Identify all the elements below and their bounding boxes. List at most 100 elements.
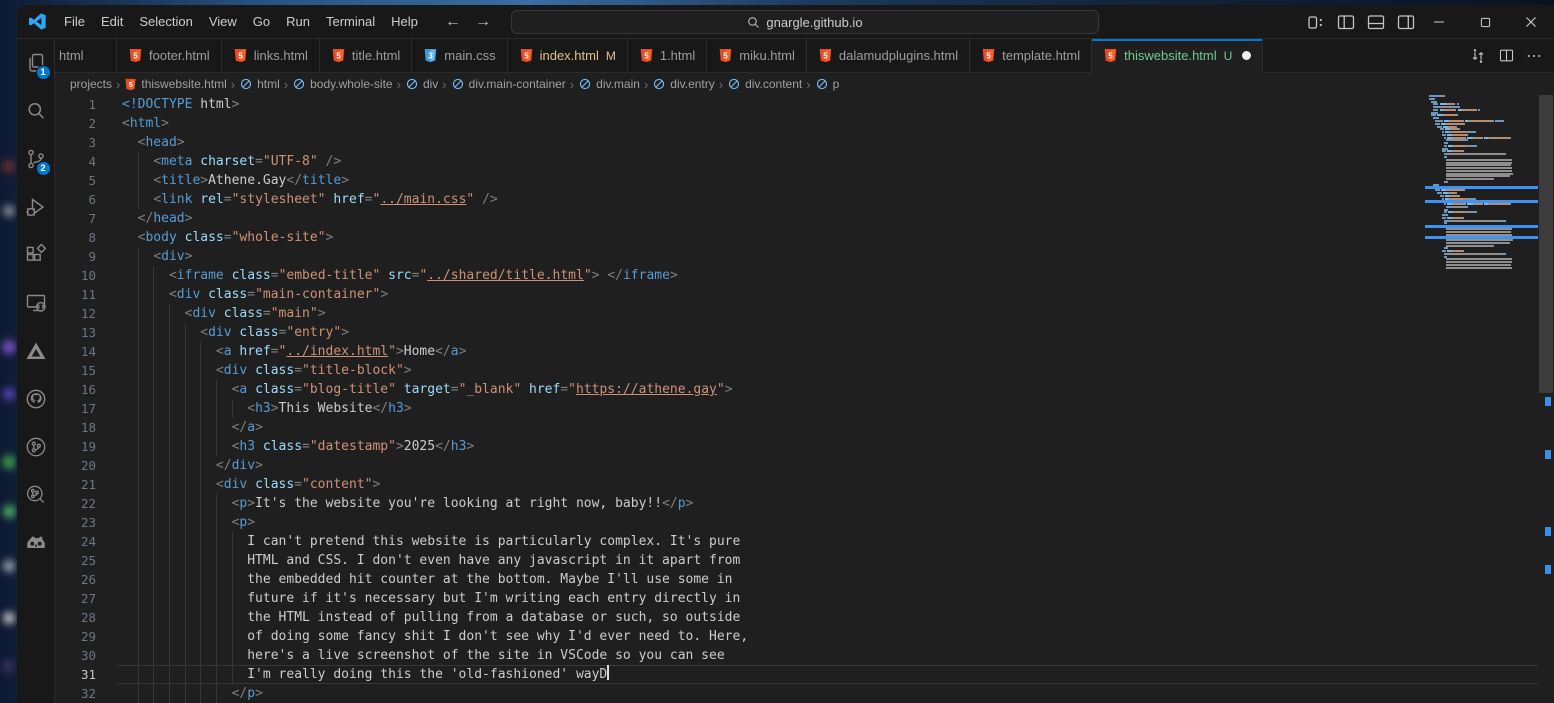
line-number: 9 (55, 247, 96, 266)
breadcrumb-item[interactable]: div.entry (652, 77, 714, 91)
code-line[interactable]: 12 <div class="main"> (55, 304, 1538, 323)
tab-html[interactable]: html (55, 39, 117, 72)
dirty-indicator[interactable] (1242, 51, 1251, 60)
code-line[interactable]: 24 I can't pretend this website is parti… (55, 532, 1538, 551)
source-control-icon[interactable]: 2 (17, 135, 55, 183)
code-line[interactable]: 8 <body class="whole-site"> (55, 228, 1538, 247)
gitlens-icon[interactable] (17, 423, 55, 471)
code-line[interactable]: 18 </a> (55, 418, 1538, 437)
tab-dalamudplugins.html[interactable]: 5dalamudplugins.html (807, 39, 970, 72)
menu-go[interactable]: Go (245, 11, 278, 32)
code-line[interactable]: 11 <div class="main-container"> (55, 285, 1538, 304)
code-text: <div class="content"> (122, 475, 380, 494)
menu-help[interactable]: Help (383, 11, 426, 32)
github-icon[interactable] (17, 375, 55, 423)
open-changes-icon[interactable] (1468, 46, 1488, 66)
customize-layout-icon[interactable] (1306, 12, 1326, 32)
split-editor-icon[interactable] (1496, 46, 1516, 66)
more-actions-icon[interactable] (1524, 46, 1544, 66)
tab-1.html[interactable]: 51.html (628, 39, 707, 72)
forward-arrow-icon[interactable]: → (475, 13, 491, 31)
code-line[interactable]: 16 <a class="blog-title" target="_blank"… (55, 380, 1538, 399)
breadcrumb-item[interactable]: projects (70, 77, 112, 91)
maximize-button[interactable] (1462, 5, 1508, 39)
code-line[interactable]: 9 <div> (55, 247, 1538, 266)
tab-links.html[interactable]: 5links.html (222, 39, 320, 72)
code-line[interactable]: 19 <h3 class="datestamp">2025</h3> (55, 437, 1538, 456)
remote-explorer-icon[interactable] (17, 279, 55, 327)
tab-miku.html[interactable]: 5miku.html (707, 39, 807, 72)
code-line[interactable]: 10 <iframe class="embed-title" src="../s… (55, 266, 1538, 285)
code-line[interactable]: 32 </p> (55, 684, 1538, 703)
breadcrumb-item[interactable]: div.main-container (451, 77, 566, 91)
code-line[interactable]: 14 <a href="../index.html">Home</a> (55, 342, 1538, 361)
code-line[interactable]: 7 </head> (55, 209, 1538, 228)
menu-terminal[interactable]: Terminal (318, 11, 383, 32)
code-line[interactable]: 13 <div class="entry"> (55, 323, 1538, 342)
menu-edit[interactable]: Edit (93, 11, 131, 32)
close-button[interactable] (1508, 5, 1554, 39)
code-text: future if it's necessary but I'm writing… (122, 589, 740, 608)
code-line[interactable]: 27 future if it's necessary but I'm writ… (55, 589, 1538, 608)
menu-run[interactable]: Run (278, 11, 318, 32)
code-line[interactable]: 17 <h3>This Website</h3> (55, 399, 1538, 418)
code-line[interactable]: 30 here's a live screenshot of the site … (55, 646, 1538, 665)
tab-main.css[interactable]: 3main.css (412, 39, 507, 72)
search-icon[interactable] (17, 87, 55, 135)
code-line[interactable]: 4 <meta charset="UTF-8" /> (55, 152, 1538, 171)
menu-view[interactable]: View (201, 11, 245, 32)
godot-tools-icon[interactable] (17, 519, 55, 567)
breadcrumb-item[interactable]: div (405, 77, 438, 91)
tab-template.html[interactable]: 5template.html (970, 39, 1092, 72)
toggle-secondary-sidebar-icon[interactable] (1396, 12, 1416, 32)
code-line[interactable]: 22 <p>It's the website you're looking at… (55, 494, 1538, 513)
code-editor[interactable]: 1<!DOCTYPE html>2<html>3 <head>4 <meta c… (55, 95, 1554, 703)
code-line[interactable]: 31 I'm really doing this the 'old-fashio… (55, 665, 1538, 684)
code-line[interactable]: 15 <div class="title-block"> (55, 361, 1538, 380)
code-line[interactable]: 3 <head> (55, 133, 1538, 152)
breadcrumb-item[interactable]: div.main (578, 77, 640, 91)
code-line[interactable]: 20 </div> (55, 456, 1538, 475)
code-line[interactable]: 5 <title>Athene.Gay</title> (55, 171, 1538, 190)
gitlens-graph-icon[interactable] (17, 471, 55, 519)
chevron-right-icon: › (719, 77, 723, 92)
tab-thiswebsite.html[interactable]: 5thiswebsite.htmlU (1092, 39, 1263, 73)
tab-title.html[interactable]: 5title.html (320, 39, 412, 72)
chevron-right-icon: › (570, 77, 574, 92)
toggle-sidebar-icon[interactable] (1336, 12, 1356, 32)
code-text: <h3 class="datestamp">2025</h3> (122, 437, 474, 456)
breadcrumb-item[interactable]: html (239, 77, 280, 91)
vertical-scrollbar[interactable] (1538, 95, 1554, 703)
breadcrumb-item[interactable]: body.whole-site (292, 77, 393, 91)
minimap[interactable] (1425, 95, 1538, 703)
breadcrumb-item[interactable]: 5thiswebsite.html (124, 77, 226, 91)
code-line[interactable]: 29 of doing some fancy shit I don't see … (55, 627, 1538, 646)
back-arrow-icon[interactable]: ← (445, 13, 461, 31)
command-center-search[interactable]: gnargle.github.io (511, 10, 1099, 34)
minimize-button[interactable] (1416, 5, 1462, 39)
code-line[interactable]: 26 the embedded hit counter at the botto… (55, 570, 1538, 589)
code-line[interactable]: 28 the HTML instead of pulling from a da… (55, 608, 1538, 627)
code-line[interactable]: 25 HTML and CSS. I don't even have any j… (55, 551, 1538, 570)
chevron-right-icon: › (116, 77, 120, 92)
toggle-panel-icon[interactable] (1366, 12, 1386, 32)
code-line[interactable]: 1<!DOCTYPE html> (55, 95, 1538, 114)
overview-ruler-mark (1545, 565, 1551, 574)
breadcrumb-item[interactable]: p (815, 77, 840, 91)
run-and-debug-icon[interactable] (17, 183, 55, 231)
explorer-icon[interactable]: 1 (17, 39, 55, 87)
scrollbar-thumb[interactable] (1539, 95, 1553, 393)
code-line[interactable]: 21 <div class="content"> (55, 475, 1538, 494)
breadcrumb-item[interactable]: div.content (727, 77, 802, 91)
code-line[interactable]: 6 <link rel="stylesheet" href="../main.c… (55, 190, 1538, 209)
code-text: of doing some fancy shit I don't see why… (122, 627, 748, 646)
code-line[interactable]: 23 <p> (55, 513, 1538, 532)
tab-footer.html[interactable]: 5footer.html (117, 39, 222, 72)
triangle-extension-icon[interactable] (17, 327, 55, 375)
menu-file[interactable]: File (56, 11, 93, 32)
code-line[interactable]: 2<html> (55, 114, 1538, 133)
tab-index.html[interactable]: 5index.htmlM (508, 39, 628, 72)
menu-selection[interactable]: Selection (131, 11, 200, 32)
extensions-icon[interactable] (17, 231, 55, 279)
line-number: 17 (55, 399, 96, 418)
